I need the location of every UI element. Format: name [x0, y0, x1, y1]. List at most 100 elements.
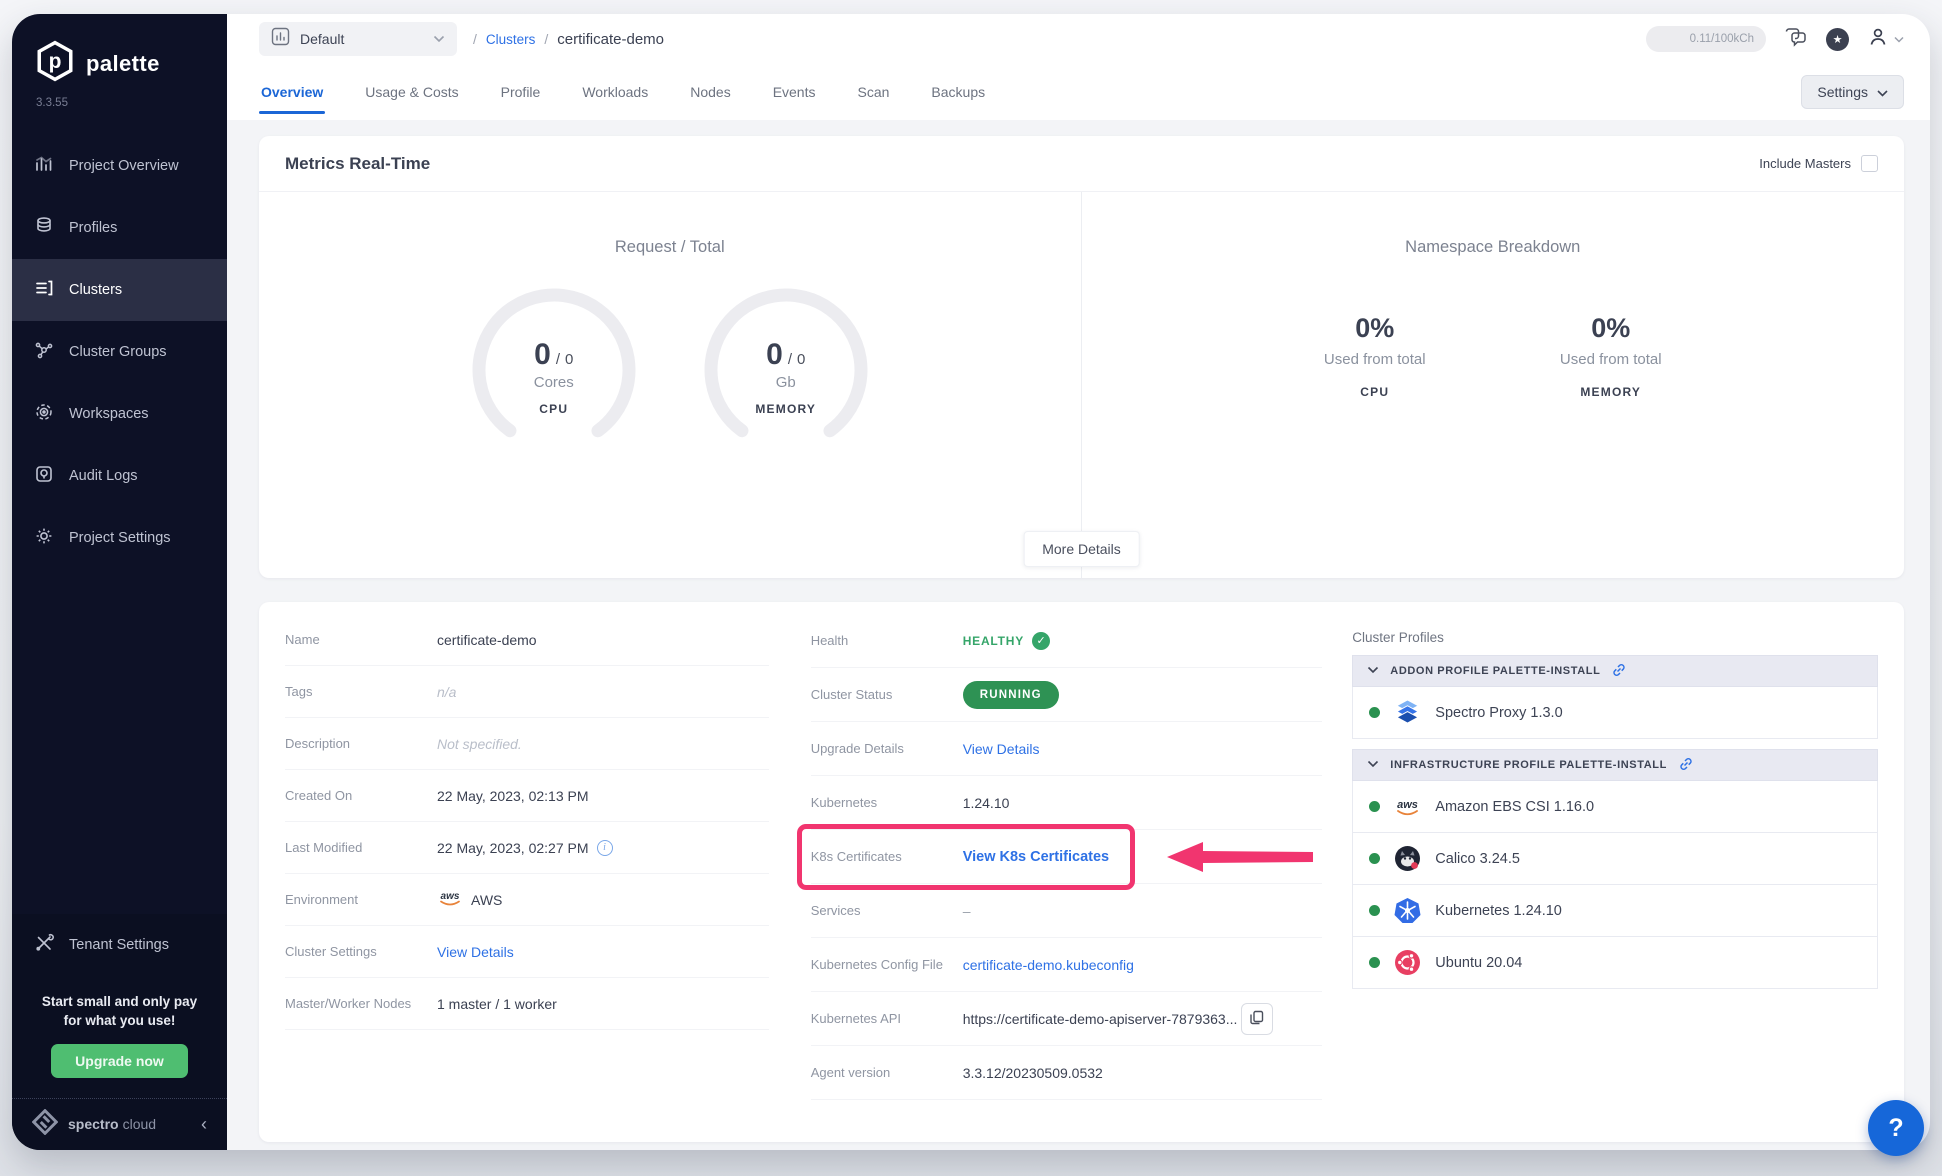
include-masters-checkbox[interactable]	[1861, 155, 1878, 172]
cpu-gauge-unit: Cores	[534, 374, 574, 391]
nodes-value: 1 master / 1 worker	[437, 996, 557, 1012]
tools-icon	[34, 933, 54, 957]
sidebar-item-label: Project Overview	[69, 158, 179, 174]
upgrade-view-details-link[interactable]: View Details	[963, 741, 1040, 757]
topbar: Default / Clusters / certificate-demo 0.…	[227, 14, 1930, 64]
profile-item-ubuntu[interactable]: Ubuntu 20.04	[1352, 937, 1878, 989]
tab-workloads[interactable]: Workloads	[580, 64, 650, 120]
addon-profile-header[interactable]: ADDON PROFILE PALETTE-INSTALL	[1352, 655, 1878, 687]
sidebar-item-clusters[interactable]: Clusters	[12, 259, 227, 321]
chevron-down-icon	[1894, 30, 1904, 48]
sidebar-item-workspaces[interactable]: Workspaces	[12, 383, 227, 445]
detail-row-description: Description Not specified.	[285, 718, 769, 770]
health-status-value: HEALTHY	[963, 634, 1024, 648]
more-details-button[interactable]: More Details	[1023, 531, 1140, 567]
description-value: Not specified.	[437, 736, 522, 752]
tab-overview[interactable]: Overview	[259, 64, 325, 120]
detail-label: Created On	[285, 788, 437, 803]
link-icon[interactable]	[1611, 662, 1627, 681]
request-total-heading: Request / Total	[615, 238, 725, 257]
cluster-profiles-title: Cluster Profiles	[1352, 630, 1878, 645]
cluster-settings-view-details-link[interactable]: View Details	[437, 944, 514, 960]
tab-nodes[interactable]: Nodes	[688, 64, 732, 120]
detail-row-kubeconfig: Kubernetes Config File certificate-demo.…	[811, 938, 1323, 992]
info-icon[interactable]: i	[597, 840, 613, 856]
kubeconfig-download-link[interactable]: certificate-demo.kubeconfig	[963, 957, 1134, 973]
memory-gauge-unit: Gb	[776, 374, 796, 391]
metrics-title: Metrics Real-Time	[285, 154, 430, 174]
namespace-cpu-stat: 0% Used from total CPU	[1300, 313, 1450, 399]
sidebar: p palette 3.3.55 Project Overview Profil…	[12, 14, 227, 1150]
detail-label: Kubernetes	[811, 795, 963, 810]
user-menu[interactable]	[1867, 26, 1904, 53]
profile-item-kubernetes[interactable]: Kubernetes 1.24.10	[1352, 885, 1878, 937]
infrastructure-profile-header-label: INFRASTRUCTURE PROFILE PALETTE-INSTALL	[1390, 759, 1667, 771]
sidebar-item-cluster-groups[interactable]: Cluster Groups	[12, 321, 227, 383]
tab-profile[interactable]: Profile	[499, 64, 543, 120]
kubernetes-api-value: https://certificate-demo-apiserver-78793…	[963, 1011, 1238, 1027]
profile-item-spectro-proxy[interactable]: Spectro Proxy 1.3.0	[1352, 687, 1878, 739]
memory-gauge-text: 0 / 0 Gb MEMORY	[703, 287, 869, 453]
detail-label: K8s Certificates	[811, 849, 963, 864]
profile-item-amazon-ebs-csi[interactable]: aws Amazon EBS CSI 1.16.0	[1352, 781, 1878, 833]
detail-row-cluster-status: Cluster Status RUNNING	[811, 668, 1323, 722]
include-masters-toggle: Include Masters	[1759, 155, 1878, 172]
gauges: 0 / 0 Cores CPU	[471, 287, 869, 453]
cluster-tabs: Overview Usage & Costs Profile Workloads…	[259, 64, 987, 120]
project-selector[interactable]: Default	[259, 22, 457, 56]
detail-row-tags: Tags n/a	[285, 666, 769, 718]
sidebar-footer: spectrocloud ‹	[12, 1098, 227, 1150]
brand-logo-row: p palette	[12, 14, 227, 93]
breadcrumb-clusters-link[interactable]: Clusters	[486, 32, 536, 47]
sidebar-item-audit-logs[interactable]: Audit Logs	[12, 445, 227, 507]
infrastructure-profile-section: INFRASTRUCTURE PROFILE PALETTE-INSTALL a…	[1352, 749, 1878, 989]
namespace-memory-stat: 0% Used from total MEMORY	[1536, 313, 1686, 399]
detail-label: Agent version	[811, 1065, 963, 1080]
tab-scan[interactable]: Scan	[856, 64, 892, 120]
mini-chart-icon	[271, 27, 290, 51]
detail-label: Master/Worker Nodes	[285, 996, 437, 1011]
network-nodes-icon	[34, 340, 54, 364]
namespace-cpu-percent: 0%	[1300, 313, 1450, 344]
upgrade-now-button[interactable]: Upgrade now	[51, 1044, 188, 1078]
breadcrumb-current: certificate-demo	[557, 31, 664, 48]
detail-label: Tags	[285, 684, 437, 699]
chevron-down-icon	[1877, 84, 1888, 100]
list-icon	[34, 278, 54, 302]
spectro-proxy-logo	[1394, 699, 1421, 726]
sidebar-item-profiles[interactable]: Profiles	[12, 197, 227, 259]
addon-profile-header-label: ADDON PROFILE PALETTE-INSTALL	[1390, 665, 1600, 677]
svg-text:aws: aws	[1397, 799, 1418, 811]
whats-new-button[interactable]: ★	[1826, 28, 1849, 51]
tab-usage-costs[interactable]: Usage & Costs	[363, 64, 460, 120]
settings-button[interactable]: Settings	[1801, 75, 1904, 109]
namespace-breakdown-title: Namespace Breakdown	[1405, 238, 1580, 257]
profile-item-calico[interactable]: Calico 3.24.5	[1352, 833, 1878, 885]
agent-version-value: 3.3.12/20230509.0532	[963, 1065, 1103, 1081]
status-dot-green	[1369, 707, 1380, 718]
copy-api-url-button[interactable]	[1241, 1003, 1273, 1035]
help-button[interactable]: ?	[1868, 1100, 1924, 1156]
detail-row-last-modified: Last Modified 22 May, 2023, 02:27 PM i	[285, 822, 769, 874]
aws-logo-icon: aws	[437, 889, 463, 910]
link-icon[interactable]	[1678, 756, 1694, 775]
infrastructure-profile-header[interactable]: INFRASTRUCTURE PROFILE PALETTE-INSTALL	[1352, 749, 1878, 781]
ubuntu-logo	[1394, 949, 1421, 976]
view-k8s-certificates-link[interactable]: View K8s Certificates	[963, 849, 1109, 865]
feedback-chat-button[interactable]	[1784, 27, 1808, 52]
tab-events[interactable]: Events	[771, 64, 818, 120]
sidebar-item-label: Tenant Settings	[69, 937, 169, 953]
tab-backups[interactable]: Backups	[929, 64, 987, 120]
project-selector-value: Default	[300, 31, 423, 47]
sidebar-item-project-settings[interactable]: Project Settings	[12, 507, 227, 569]
upsell-text: Start small and only pay for what you us…	[12, 976, 227, 1031]
namespace-memory-caption: Used from total	[1536, 351, 1686, 368]
namespace-cpu-label: CPU	[1300, 385, 1450, 399]
chevron-down-icon	[433, 30, 445, 48]
sidebar-item-tenant-settings[interactable]: Tenant Settings	[12, 914, 227, 976]
collapse-sidebar-icon[interactable]: ‹	[201, 1114, 207, 1135]
chart-icon	[34, 154, 54, 178]
sidebar-item-project-overview[interactable]: Project Overview	[12, 135, 227, 197]
palette-logo-icon: p	[34, 40, 76, 87]
sidebar-nav: Project Overview Profiles Clusters Clust…	[12, 135, 227, 569]
